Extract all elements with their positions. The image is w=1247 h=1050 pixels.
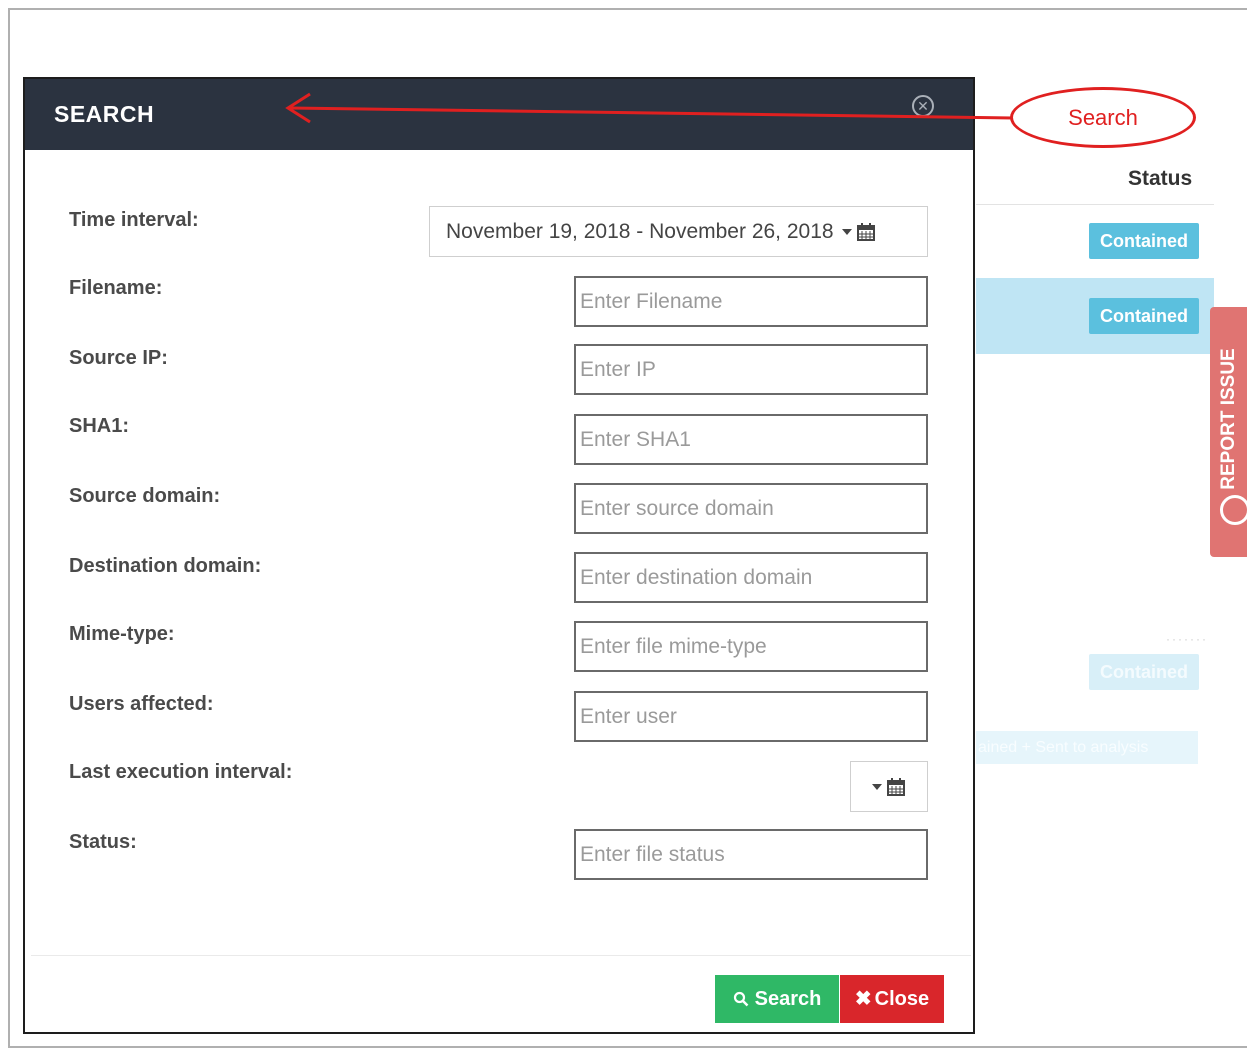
modal-title: SEARCH [54,101,155,127]
time-interval-picker[interactable]: November 19, 2018 - November 26, 2018 [429,206,928,257]
report-issue-icon [1220,495,1247,525]
filename-input[interactable] [574,276,928,327]
status-label: Status: [69,831,137,853]
status-badge: Contained [1089,223,1199,259]
row-separator: ······· [1166,632,1208,646]
calendar-icon [887,777,905,796]
status-badge: Contained [1089,654,1199,690]
users-affected-input[interactable] [574,691,928,742]
close-button-label: Close [874,988,930,1010]
table-divider [976,204,1214,205]
mime-type-input[interactable] [574,621,928,672]
mime-type-label: Mime-type: [69,623,175,645]
users-affected-label: Users affected: [69,693,214,715]
last-execution-interval-picker[interactable] [850,761,928,812]
status-column-header: Status [1128,167,1193,190]
filename-label: Filename: [69,277,163,299]
source-domain-input[interactable] [574,483,928,534]
report-issue-tab[interactable]: REPORT ISSUE [1210,307,1247,557]
sha1-label: SHA1: [69,415,130,437]
last-execution-interval-label: Last execution interval: [69,761,293,783]
search-callout: Search [1010,87,1196,148]
caret-down-icon [841,229,852,236]
footer-divider [31,955,971,956]
close-button[interactable]: ✖ Close [840,975,944,1023]
annotation-arrow [285,92,1014,124]
sha1-input[interactable] [574,414,928,465]
close-icon: ✖ [854,988,872,1010]
search-modal: SEARCH ✕ Time interval: November 19, 201… [23,77,975,1034]
destination-domain-label: Destination domain: [69,555,262,577]
status-badge: Contained [1089,298,1199,334]
search-icon [733,975,749,1023]
search-button-label: Search [754,988,822,1010]
status-input[interactable] [574,829,928,880]
time-interval-label: Time interval: [69,209,199,231]
source-ip-input[interactable] [574,344,928,395]
caret-down-icon [872,783,882,790]
destination-domain-input[interactable] [574,552,928,603]
status-badge: ained + Sent to analysis [976,731,1198,764]
calendar-icon [856,223,875,242]
search-button[interactable]: Search [715,975,839,1023]
source-domain-label: Source domain: [69,485,221,507]
report-issue-label: REPORT ISSUE [1217,348,1239,490]
time-interval-value: November 19, 2018 - November 26, 2018 [446,220,834,243]
source-ip-label: Source IP: [69,347,168,369]
